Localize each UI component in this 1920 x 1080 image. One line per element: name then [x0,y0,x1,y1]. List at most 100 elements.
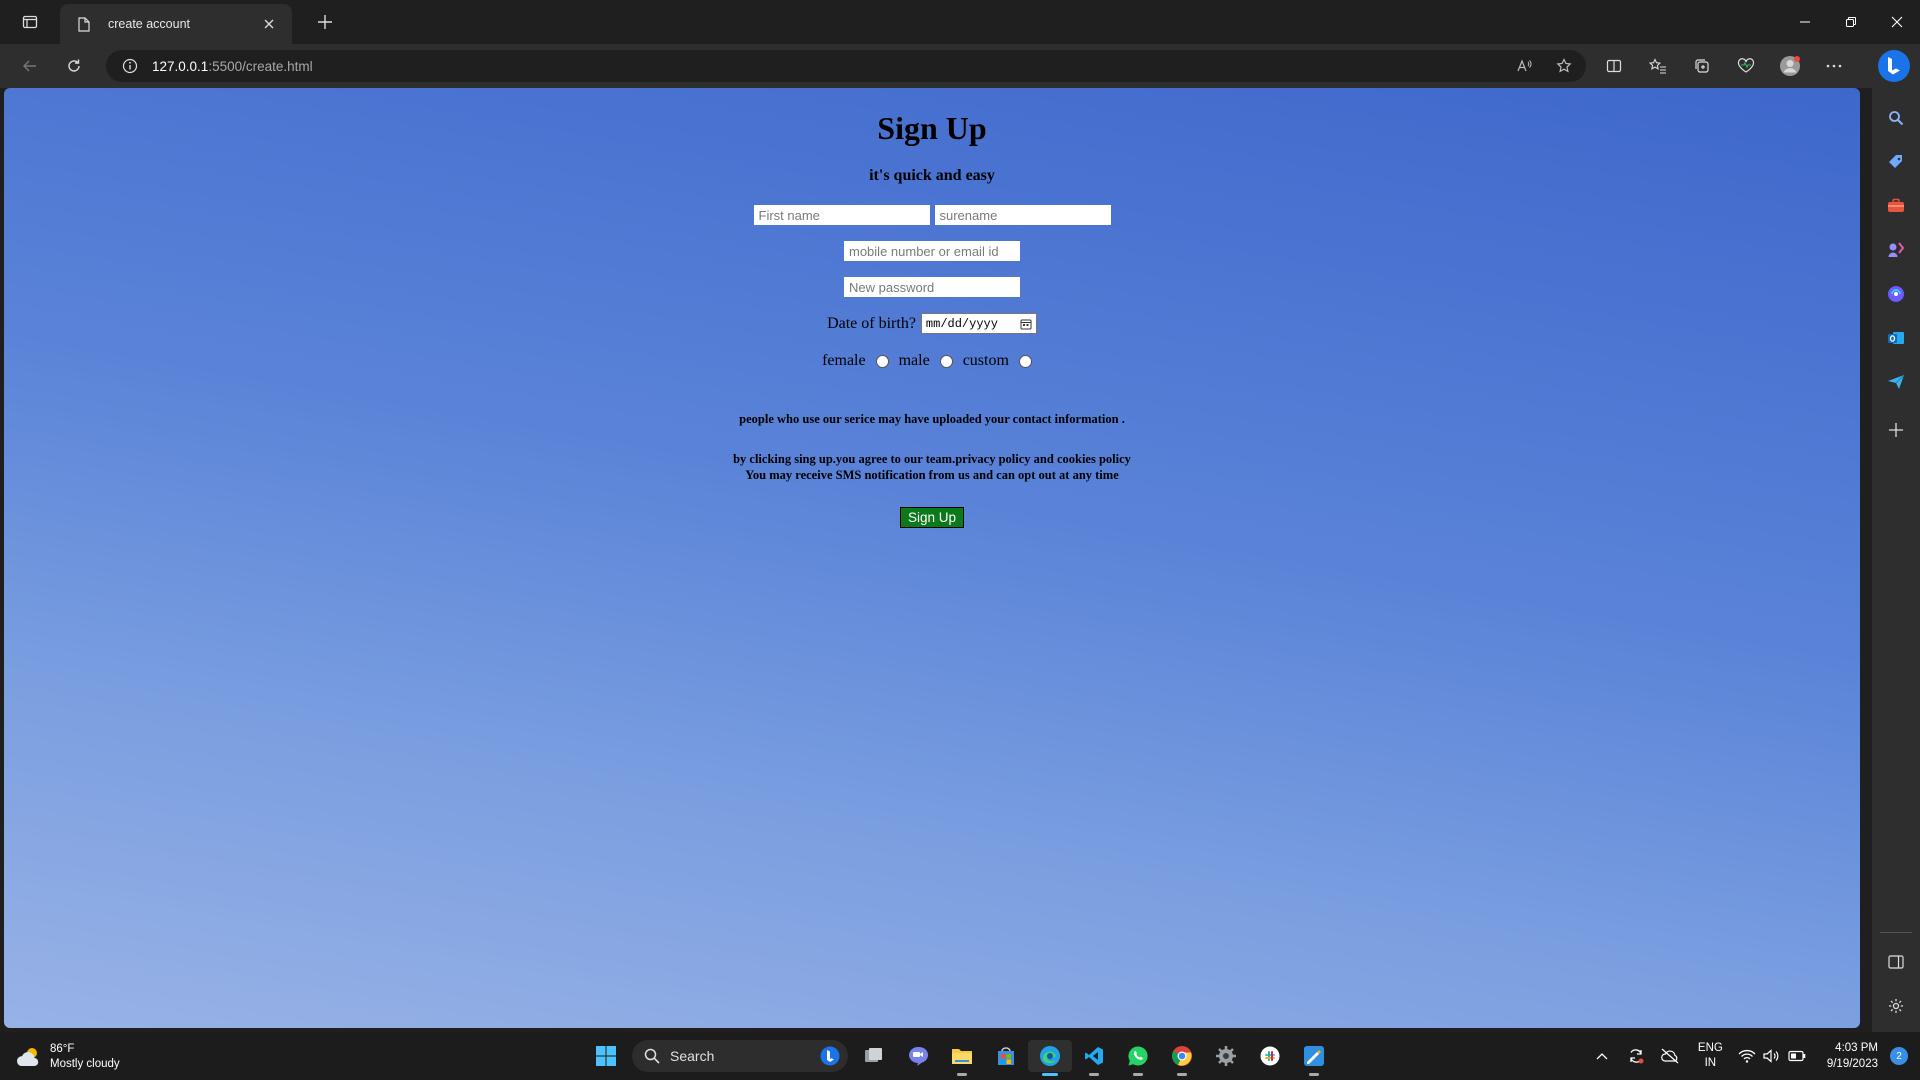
whatsapp-app[interactable] [1116,1040,1160,1076]
vscode-app[interactable] [1072,1040,1116,1076]
window-controls [1782,0,1920,44]
windows-taskbar: 86°F Mostly cloudy Search ENG IN 4:03 PM… [0,1032,1920,1080]
copilot-sidebar-icon[interactable] [1884,282,1908,306]
running-indicator [1309,1073,1319,1076]
browser-tab[interactable]: create account [60,4,292,44]
teams-chat-app[interactable] [896,1040,940,1072]
signup-button[interactable]: Sign Up [899,507,965,528]
folder-icon [952,1049,972,1064]
custom-radio[interactable] [1018,354,1032,368]
send-icon[interactable] [1884,370,1908,394]
more-options-icon[interactable] [1820,52,1848,80]
games-icon[interactable] [1884,238,1908,262]
task-view-app[interactable] [852,1040,896,1072]
paint-icon [1304,1046,1324,1066]
settings-gear-icon[interactable] [1884,994,1908,1018]
file-explorer-app[interactable] [940,1040,984,1076]
taskbar-search[interactable]: Search [632,1040,848,1072]
paint-app[interactable] [1292,1040,1336,1076]
notification-badge[interactable]: 2 [1890,1047,1908,1065]
microsoft-store-app[interactable] [984,1040,1028,1072]
favorite-star-icon[interactable] [1552,54,1576,78]
settings-app[interactable] [1204,1040,1248,1072]
pinned-apps [852,1040,1336,1076]
collections-icon[interactable] [1688,52,1716,80]
clock[interactable]: 4:03 PM 9/19/2023 [1827,1040,1878,1072]
weather-temp: 86°F [50,1043,75,1055]
close-tab-icon[interactable] [258,13,280,35]
restore-icon [1846,17,1856,27]
restore-button[interactable] [1828,0,1874,44]
address-bar[interactable]: 127.0.0.1:5500/create.html [106,50,1586,82]
dob-row: Date of birth? mm/dd/yyyy [4,313,1860,334]
settings-gear-icon [1216,1046,1236,1066]
terms-line-1: by clicking sing up.you agree to our tea… [733,452,1131,466]
cloudy-weather-icon [16,1048,39,1067]
female-radio[interactable] [875,354,889,368]
password-input[interactable] [844,277,1020,297]
browser-essentials-icon[interactable] [1732,52,1760,80]
new-tab-button[interactable] [310,8,340,36]
name-row [4,205,1860,225]
split-screen-icon[interactable] [1600,52,1628,80]
running-indicator [957,1073,967,1076]
surname-input[interactable] [934,205,1111,225]
tools-icon[interactable] [1884,194,1908,218]
bing-copilot-icon [1888,57,1900,75]
contact-info-notice: people who use our serice may have uploa… [739,412,1125,426]
male-radio[interactable] [939,354,953,368]
profile-avatar-icon[interactable] [1776,52,1804,80]
refresh-button[interactable] [60,52,88,80]
close-window-button[interactable] [1874,0,1920,44]
contact-input[interactable] [844,241,1020,261]
url-path: :5500/create.html [208,58,313,74]
back-button[interactable] [16,52,44,80]
dob-date-input[interactable]: mm/dd/yyyy [920,313,1037,334]
language-line-1: ENG [1697,1042,1723,1054]
store-bag-icon [998,1047,1014,1065]
copilot-button[interactable] [1878,50,1910,82]
edge-sidebar [1872,88,1920,1032]
volume-icon[interactable] [1761,1042,1783,1070]
clock-time: 4:03 PM [1835,1042,1878,1054]
chrome-app[interactable] [1160,1040,1204,1076]
language-indicator[interactable]: ENG IN [1698,1041,1723,1071]
sync-icon[interactable] [1622,1042,1650,1070]
language-line-2: IN [1704,1057,1717,1069]
tab-actions-icon [22,15,38,29]
battery-icon[interactable] [1783,1042,1811,1070]
shopping-tag-icon[interactable] [1884,150,1908,174]
sidebar-divider [1880,932,1912,933]
chevron-up-icon[interactable] [1588,1042,1616,1070]
outlook-icon[interactable] [1884,326,1908,350]
back-arrow-icon [23,60,36,72]
favorites-icon[interactable] [1644,52,1672,80]
calendar-icon[interactable] [1020,318,1032,330]
first-name-input[interactable] [753,205,930,225]
page-title: Sign Up [877,110,987,146]
weather-text: 86°F Mostly cloudy [50,1042,120,1072]
onedrive-offline-icon[interactable] [1656,1042,1684,1070]
search-icon[interactable] [1884,106,1908,130]
url-text: 127.0.0.1:5500/create.html [152,59,313,74]
read-aloud-icon[interactable] [1512,54,1536,78]
hide-sidebar-icon[interactable] [1884,950,1908,974]
terms-line-2: You may receive SMS notification from us… [745,468,1119,482]
gender-row: female male custom [4,352,1860,370]
minimize-icon [1800,21,1810,23]
start-button[interactable] [584,1040,628,1072]
edge-app[interactable] [1028,1040,1072,1076]
wifi-icon[interactable] [1733,1042,1761,1070]
site-info-icon[interactable] [120,56,140,76]
slack-app[interactable] [1248,1040,1292,1072]
dob-placeholder: mm/dd/yyyy [925,316,998,331]
teams-chat-icon [909,1046,929,1066]
minimize-button[interactable] [1782,0,1828,44]
add-sidebar-app-icon[interactable] [1884,418,1908,442]
tab-actions-button[interactable] [0,0,60,44]
system-tray: ENG IN 4:03 PM 9/19/2023 2 [1588,1032,1920,1080]
toolbar [1600,52,1848,80]
search-label: Search [670,1048,715,1064]
page-icon [76,16,92,32]
weather-widget[interactable]: 86°F Mostly cloudy [16,1042,120,1072]
